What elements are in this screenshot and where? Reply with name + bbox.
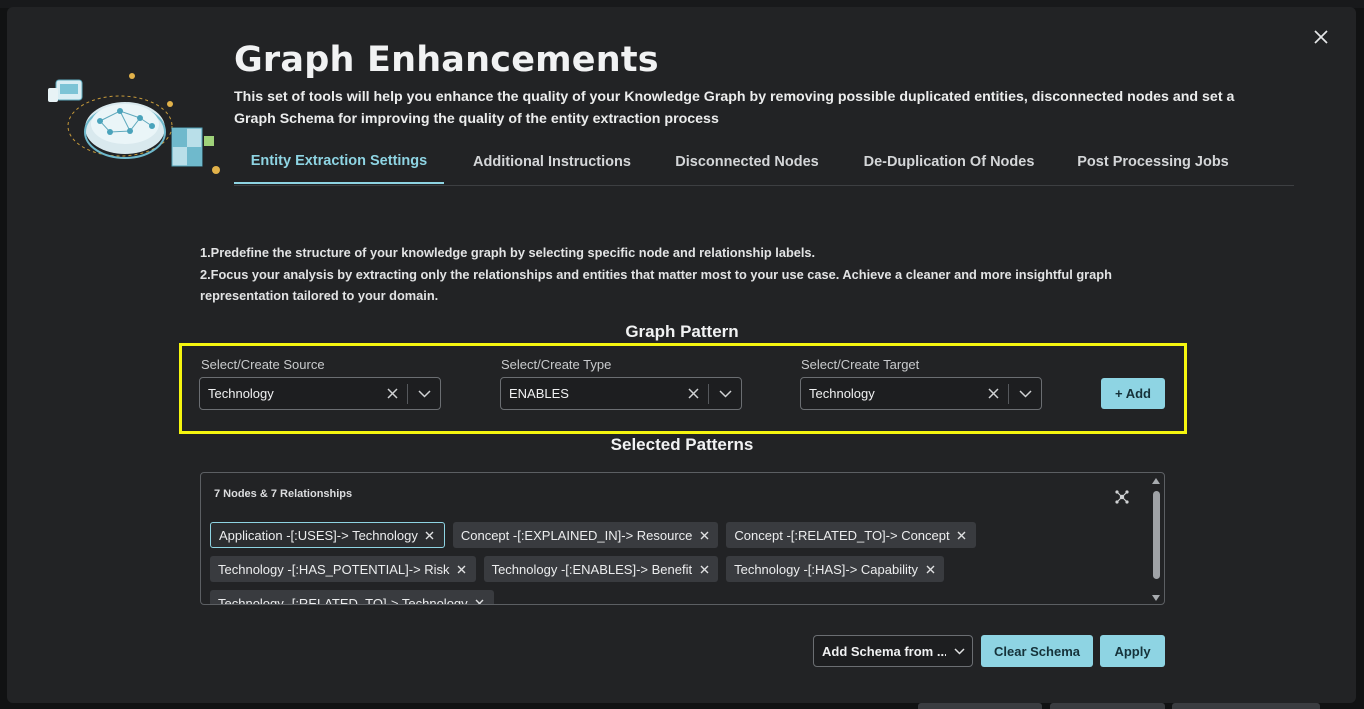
chevron-down-icon <box>417 389 431 398</box>
target-select[interactable]: Technology <box>800 377 1042 410</box>
remove-chip-button[interactable] <box>456 563 468 575</box>
background-button-peek <box>1172 703 1320 709</box>
remove-chip-button[interactable] <box>956 529 968 541</box>
target-clear-button[interactable] <box>978 378 1008 409</box>
tab-de-duplication-of-nodes[interactable]: De-Duplication Of Nodes <box>834 140 1064 184</box>
source-dropdown-toggle[interactable] <box>408 378 440 409</box>
chevron-down-icon <box>946 647 972 655</box>
pattern-chip-label: Technology -[:ENABLES]-> Benefit <box>491 561 693 577</box>
graph-pattern-heading: Graph Pattern <box>625 322 739 341</box>
clear-icon <box>687 388 699 399</box>
add-schema-dropdown[interactable]: Add Schema from ... <box>813 635 973 667</box>
clear-icon <box>987 388 999 399</box>
selected-patterns-heading: Selected Patterns <box>610 435 754 454</box>
graph-visualize-icon[interactable] <box>1114 489 1130 505</box>
target-value: Technology <box>809 386 875 401</box>
pattern-chips: Application -[:USES]-> Technology Concep… <box>210 522 1135 605</box>
graph-illustration-icon <box>48 73 220 174</box>
pattern-chip[interactable]: Technology -[:HAS]-> Capability <box>726 556 944 582</box>
instruction-line-2: 2.Focus your analysis by extracting only… <box>200 266 1112 304</box>
remove-chip-button[interactable] <box>698 563 710 575</box>
instruction-line-1: 1.Predefine the structure of your knowle… <box>200 245 816 260</box>
scroll-up-icon[interactable] <box>1152 478 1160 484</box>
close-icon <box>700 565 709 573</box>
remove-chip-button[interactable] <box>474 597 486 604</box>
pattern-chip[interactable]: Application -[:USES]-> Technology <box>210 522 445 548</box>
tab-post-processing-jobs[interactable]: Post Processing Jobs <box>1064 140 1242 184</box>
add-schema-label: Add Schema from ... <box>822 643 946 659</box>
chevron-down-icon <box>1018 389 1032 398</box>
pattern-chip-label: Concept -[:EXPLAINED_IN]-> Resource <box>460 527 693 543</box>
close-icon <box>700 531 709 539</box>
close-icon <box>1314 30 1328 44</box>
type-label: Select/Create Type <box>501 357 612 372</box>
chevron-down-icon <box>718 389 732 398</box>
close-button[interactable] <box>1309 25 1333 49</box>
target-label: Select/Create Target <box>801 357 920 372</box>
close-icon <box>475 599 484 604</box>
source-clear-button[interactable] <box>377 378 407 409</box>
background-button-peek <box>918 703 1042 709</box>
pattern-chip-label: Technology -[:HAS]-> Capability <box>734 561 918 577</box>
tab-entity-extraction-settings[interactable]: Entity Extraction Settings <box>234 140 444 184</box>
remove-chip-button[interactable] <box>924 563 936 575</box>
pattern-chip-label: Application -[:USES]-> Technology <box>219 527 418 543</box>
pattern-chip[interactable]: Concept -[:EXPLAINED_IN]-> Resource <box>452 522 719 548</box>
pattern-chip[interactable]: Technology -[:HAS_POTENTIAL]-> Risk <box>210 556 476 582</box>
selected-patterns-panel: 7 Nodes & 7 Relationships Application -[… <box>200 472 1165 605</box>
patterns-count: 7 Nodes & 7 Relationships <box>214 488 353 500</box>
pattern-chip-label: Concept -[:RELATED_TO]-> Concept <box>734 527 950 543</box>
close-icon <box>957 531 966 539</box>
tab-bar: Entity Extraction Settings Additional In… <box>234 140 1294 186</box>
remove-chip-button[interactable] <box>424 529 436 541</box>
add-pattern-button[interactable]: + Add <box>1101 378 1165 409</box>
modal-title: Graph Enhancements <box>234 40 659 80</box>
background-button-peek <box>1050 703 1165 709</box>
modal-subtitle: This set of tools will help you enhance … <box>234 89 1235 127</box>
source-label: Select/Create Source <box>201 357 325 372</box>
remove-chip-button[interactable] <box>698 529 710 541</box>
tab-additional-instructions[interactable]: Additional Instructions <box>444 140 660 184</box>
apply-button[interactable]: Apply <box>1100 635 1165 667</box>
close-icon <box>425 531 434 539</box>
source-value: Technology <box>208 386 274 401</box>
type-clear-button[interactable] <box>678 378 708 409</box>
tab-disconnected-nodes[interactable]: Disconnected Nodes <box>660 140 834 184</box>
pattern-chip-label: Technology -[:HAS_POTENTIAL]-> Risk <box>218 561 450 577</box>
scroll-down-icon[interactable] <box>1152 595 1160 601</box>
pattern-chip[interactable]: Technology -[:ENABLES]-> Benefit <box>483 556 719 582</box>
scroll-thumb[interactable] <box>1153 491 1160 579</box>
type-value: ENABLES <box>509 386 569 401</box>
instructions-text: 1.Predefine the structure of your knowle… <box>200 242 1120 307</box>
source-select[interactable]: Technology <box>199 377 441 410</box>
close-icon <box>457 565 466 573</box>
patterns-scrollbar[interactable] <box>1151 475 1162 604</box>
pattern-chip[interactable]: Concept -[:RELATED_TO]-> Concept <box>726 522 976 548</box>
pattern-chip-label: Technology -[:RELATED_TO]-> Technology <box>218 595 468 605</box>
pattern-chip[interactable]: Technology -[:RELATED_TO]-> Technology <box>210 590 494 605</box>
target-dropdown-toggle[interactable] <box>1009 378 1041 409</box>
clear-schema-button[interactable]: Clear Schema <box>981 635 1093 667</box>
clear-icon <box>386 388 398 399</box>
close-icon <box>926 565 934 573</box>
type-select[interactable]: ENABLES <box>500 377 742 410</box>
type-dropdown-toggle[interactable] <box>709 378 741 409</box>
